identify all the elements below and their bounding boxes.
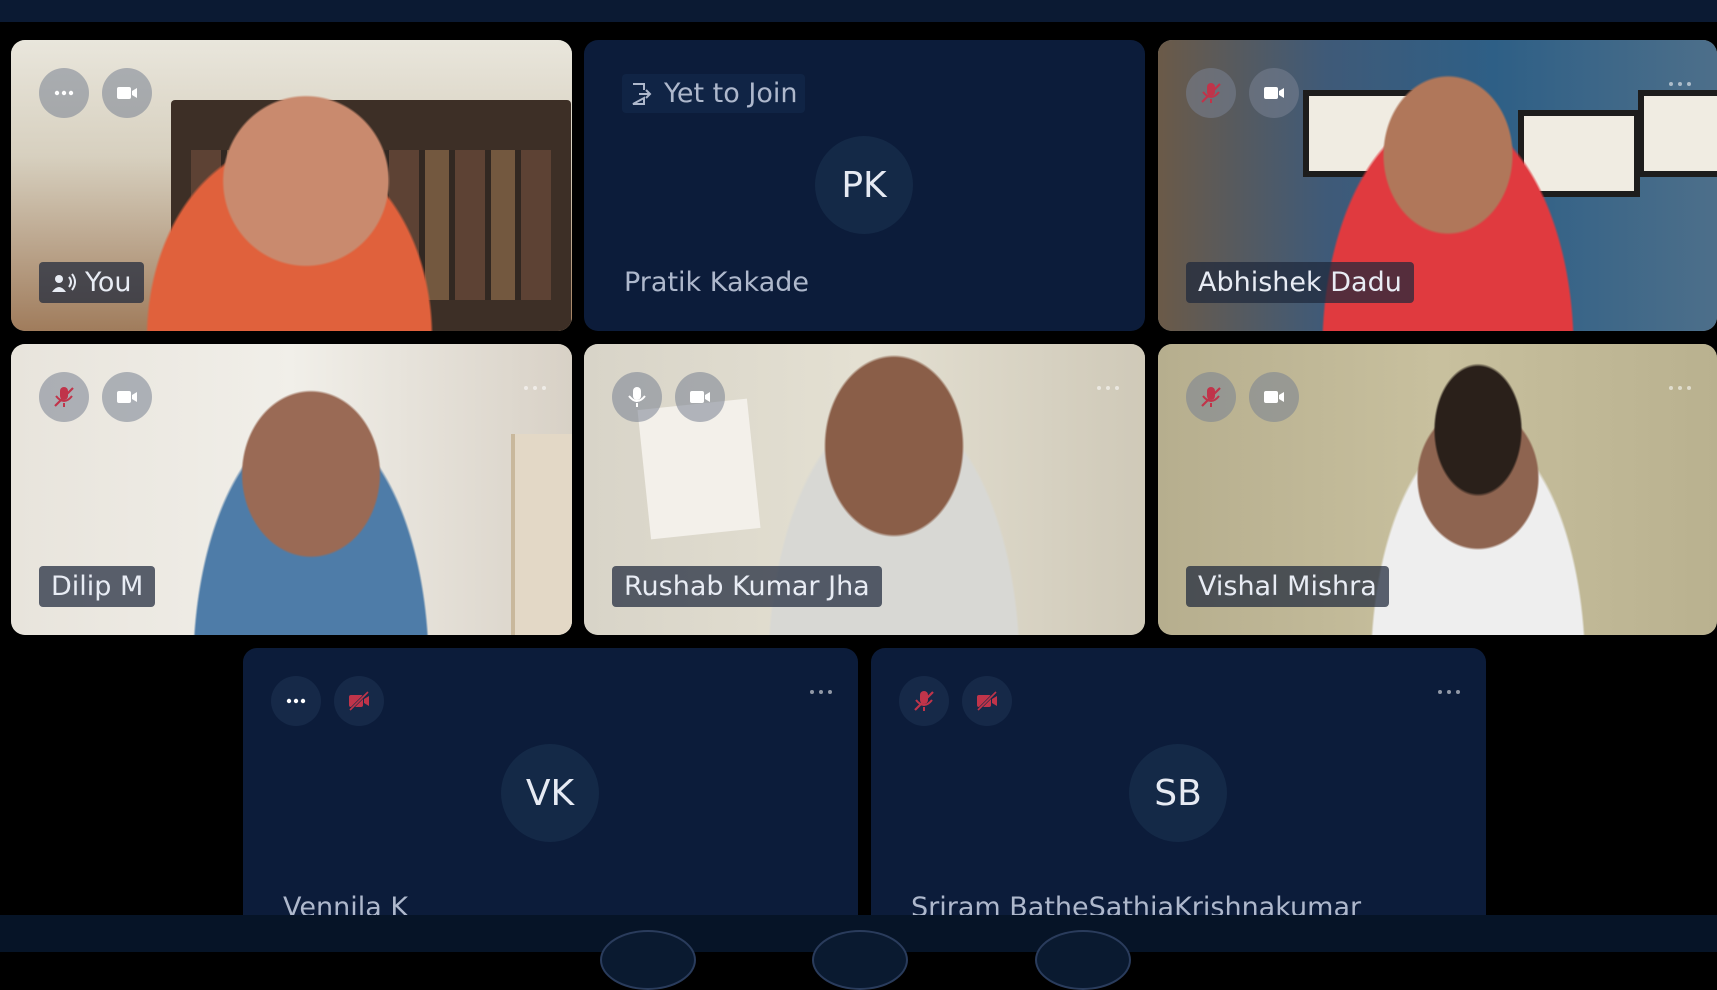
camera-on-button[interactable]: [102, 68, 152, 118]
camera-on-button[interactable]: [1249, 68, 1299, 118]
ellipsis-icon: [286, 698, 306, 704]
participant-tile-abhishek[interactable]: Abhishek Dadu: [1158, 40, 1717, 331]
avatar: VK: [501, 744, 599, 842]
participant-tile-dilip[interactable]: Dilip M: [11, 344, 572, 635]
participant-tile-vennila[interactable]: VK Vennila K: [243, 648, 858, 938]
control-button-left[interactable]: [600, 930, 696, 990]
mic-muted-button[interactable]: [1186, 372, 1236, 422]
mic-muted-button[interactable]: [1186, 68, 1236, 118]
participant-name-chip: Rushab Kumar Jha: [612, 566, 882, 607]
avatar: PK: [815, 136, 913, 234]
more-options-button[interactable]: [1097, 386, 1119, 390]
speaker-icon: [52, 272, 76, 292]
top-bar: [0, 0, 1717, 22]
participant-tile-vishal[interactable]: Vishal Mishra: [1158, 344, 1717, 635]
participant-name-chip: You: [39, 262, 144, 303]
more-options-button[interactable]: [524, 386, 546, 390]
microphone-muted-icon: [1201, 83, 1221, 103]
camera-on-button[interactable]: [675, 372, 725, 422]
options-button[interactable]: [271, 676, 321, 726]
participant-tile-you[interactable]: You: [11, 40, 572, 331]
avatar-initials: PK: [841, 164, 887, 206]
microphone-icon: [628, 387, 646, 407]
camera-off-button[interactable]: [334, 676, 384, 726]
video-camera-off-icon: [976, 690, 998, 712]
avatar-initials: SB: [1154, 772, 1202, 814]
video-camera-icon: [690, 391, 710, 403]
more-options-button[interactable]: [1438, 690, 1460, 694]
video-camera-off-icon: [348, 690, 370, 712]
control-button-right[interactable]: [1035, 930, 1131, 990]
participant-name: Abhishek Dadu: [1198, 267, 1402, 298]
join-status: Yet to Join: [622, 74, 806, 113]
avatar-initials: VK: [525, 772, 575, 814]
participant-name: Dilip M: [51, 571, 144, 602]
microphone-muted-icon: [914, 691, 934, 711]
participant-name-chip: Pratik Kakade: [612, 262, 821, 303]
mic-muted-button[interactable]: [899, 676, 949, 726]
participant-name-chip: Abhishek Dadu: [1186, 262, 1414, 303]
video-camera-icon: [117, 391, 137, 403]
microphone-muted-icon: [54, 387, 74, 407]
participant-name-chip: Vishal Mishra: [1186, 566, 1389, 607]
camera-off-button[interactable]: [962, 676, 1012, 726]
video-camera-icon: [117, 87, 137, 99]
exit-door-icon: [632, 82, 652, 105]
video-camera-icon: [1264, 391, 1284, 403]
video-camera-icon: [1264, 87, 1284, 99]
join-status-text: Yet to Join: [664, 78, 798, 109]
microphone-muted-icon: [1201, 387, 1221, 407]
participant-name: Vishal Mishra: [1198, 571, 1377, 602]
participant-tile-pratik[interactable]: Yet to Join PK Pratik Kakade: [584, 40, 1145, 331]
participant-name: You: [85, 267, 132, 298]
camera-on-button[interactable]: [102, 372, 152, 422]
participant-name: Pratik Kakade: [624, 267, 809, 298]
participant-tile-sriram[interactable]: SB Sriram BatheSathiaKrishnakumar: [871, 648, 1486, 938]
camera-on-button[interactable]: [1249, 372, 1299, 422]
mic-on-button[interactable]: [612, 372, 662, 422]
more-options-button[interactable]: [810, 690, 832, 694]
control-button-center[interactable]: [812, 930, 908, 990]
options-button[interactable]: [39, 68, 89, 118]
participant-name: Rushab Kumar Jha: [624, 571, 870, 602]
more-options-button[interactable]: [1669, 386, 1691, 390]
participant-tile-rushab[interactable]: Rushab Kumar Jha: [584, 344, 1145, 635]
more-options-button[interactable]: [1669, 82, 1691, 86]
mic-muted-button[interactable]: [39, 372, 89, 422]
avatar: SB: [1129, 744, 1227, 842]
participant-name-chip: Dilip M: [39, 566, 156, 607]
ellipsis-icon: [54, 90, 74, 96]
